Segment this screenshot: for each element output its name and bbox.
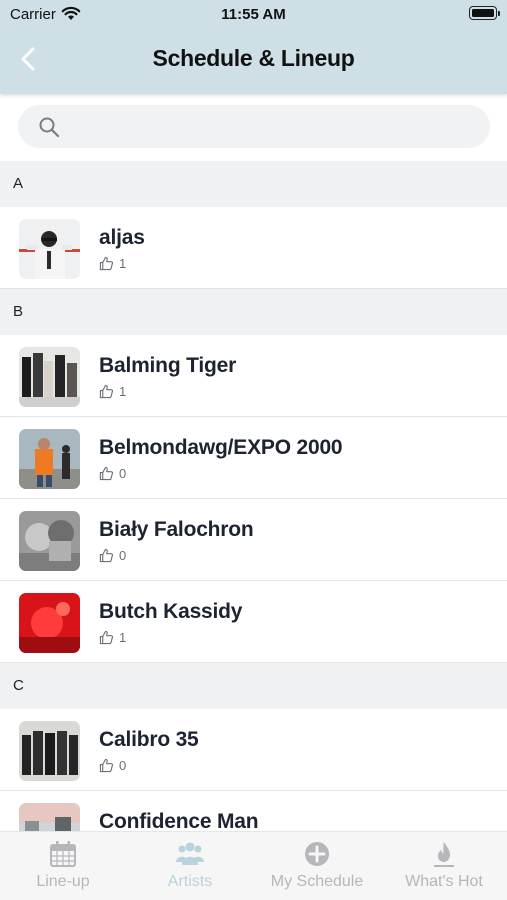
like-count-value: 0: [119, 465, 127, 481]
thumbs-up-icon: [99, 256, 114, 270]
artist-thumbnail: [19, 803, 80, 831]
artist-name: Butch Kassidy: [99, 600, 243, 623]
flame-icon: [434, 842, 454, 867]
like-count-value: 0: [119, 757, 127, 773]
artist-row[interactable]: Calibro 35 0: [0, 709, 507, 791]
like-count[interactable]: 0: [99, 757, 126, 773]
tab-label: What's Hot: [405, 873, 483, 890]
thumbs-up-icon: [99, 384, 114, 398]
tab-artists[interactable]: Artists: [127, 832, 253, 900]
app-screen: Carrier 11:55 AM Schedule & Lineup A alj…: [0, 0, 507, 900]
like-count[interactable]: 0: [99, 547, 126, 563]
status-time: 11:55 AM: [221, 6, 286, 23]
like-count[interactable]: 1: [99, 255, 126, 271]
artist-thumbnail: [19, 511, 80, 571]
tab-bar: Line-up Artists My Schedule What's Hot: [0, 831, 507, 900]
calendar-icon: [50, 841, 76, 867]
artist-thumbnail: [19, 721, 80, 781]
artist-row[interactable]: Biały Falochron 0: [0, 499, 507, 581]
artist-thumbnail: [19, 429, 80, 489]
status-bar: Carrier 11:55 AM: [0, 0, 507, 30]
tab-whats-hot[interactable]: What's Hot: [381, 832, 507, 900]
thumbs-up-icon: [99, 630, 114, 644]
like-count-value: 1: [119, 383, 127, 399]
tab-my-schedule[interactable]: My Schedule: [254, 832, 380, 900]
like-count[interactable]: 1: [99, 383, 126, 399]
tab-label: Artists: [167, 873, 213, 890]
tab-line-up[interactable]: Line-up: [0, 832, 126, 900]
section-header-b: B: [0, 289, 507, 335]
like-count-value: 1: [119, 629, 127, 645]
tab-label: My Schedule: [270, 873, 364, 890]
navigation-header: Carrier 11:55 AM Schedule & Lineup: [0, 0, 507, 94]
search-bar: [0, 94, 507, 161]
like-count-value: 1: [119, 255, 127, 271]
thumbs-up-icon: [99, 758, 114, 772]
search-input[interactable]: [18, 105, 490, 148]
artist-thumbnail: [19, 347, 80, 407]
tab-label: Line-up: [36, 873, 90, 890]
artist-name: Balming Tiger: [99, 354, 237, 377]
artist-list: A aljas 1 B Balming Tiger 1 Belmondawg/E…: [0, 161, 507, 831]
artist-row[interactable]: Belmondawg/EXPO 2000 0: [0, 417, 507, 499]
thumbs-up-icon: [99, 548, 114, 562]
page-title: Schedule & Lineup: [152, 45, 355, 71]
like-count[interactable]: 0: [99, 465, 126, 481]
thumbs-up-icon: [99, 466, 114, 480]
artist-name: aljas: [99, 226, 145, 249]
artist-row[interactable]: Balming Tiger 1: [0, 335, 507, 417]
artist-name: Biały Falochron: [99, 518, 254, 541]
plus-circle-icon: [305, 842, 329, 866]
artist-name: Calibro 35: [99, 728, 199, 751]
artist-name: Confidence Man: [99, 810, 259, 831]
section-header-a: A: [0, 161, 507, 207]
artist-row[interactable]: Butch Kassidy 1: [0, 581, 507, 663]
like-count-value: 0: [119, 547, 127, 563]
artist-row[interactable]: Confidence Man: [0, 791, 507, 831]
battery-icon: [469, 6, 500, 20]
people-icon: [176, 842, 204, 865]
artist-name: Belmondawg/EXPO 2000: [99, 436, 343, 459]
like-count[interactable]: 1: [99, 629, 126, 645]
artist-thumbnail: [19, 593, 80, 653]
artist-row[interactable]: aljas 1: [0, 207, 507, 289]
artist-thumbnail: [19, 219, 80, 279]
section-header-c: C: [0, 663, 507, 709]
search-icon: [39, 117, 60, 138]
